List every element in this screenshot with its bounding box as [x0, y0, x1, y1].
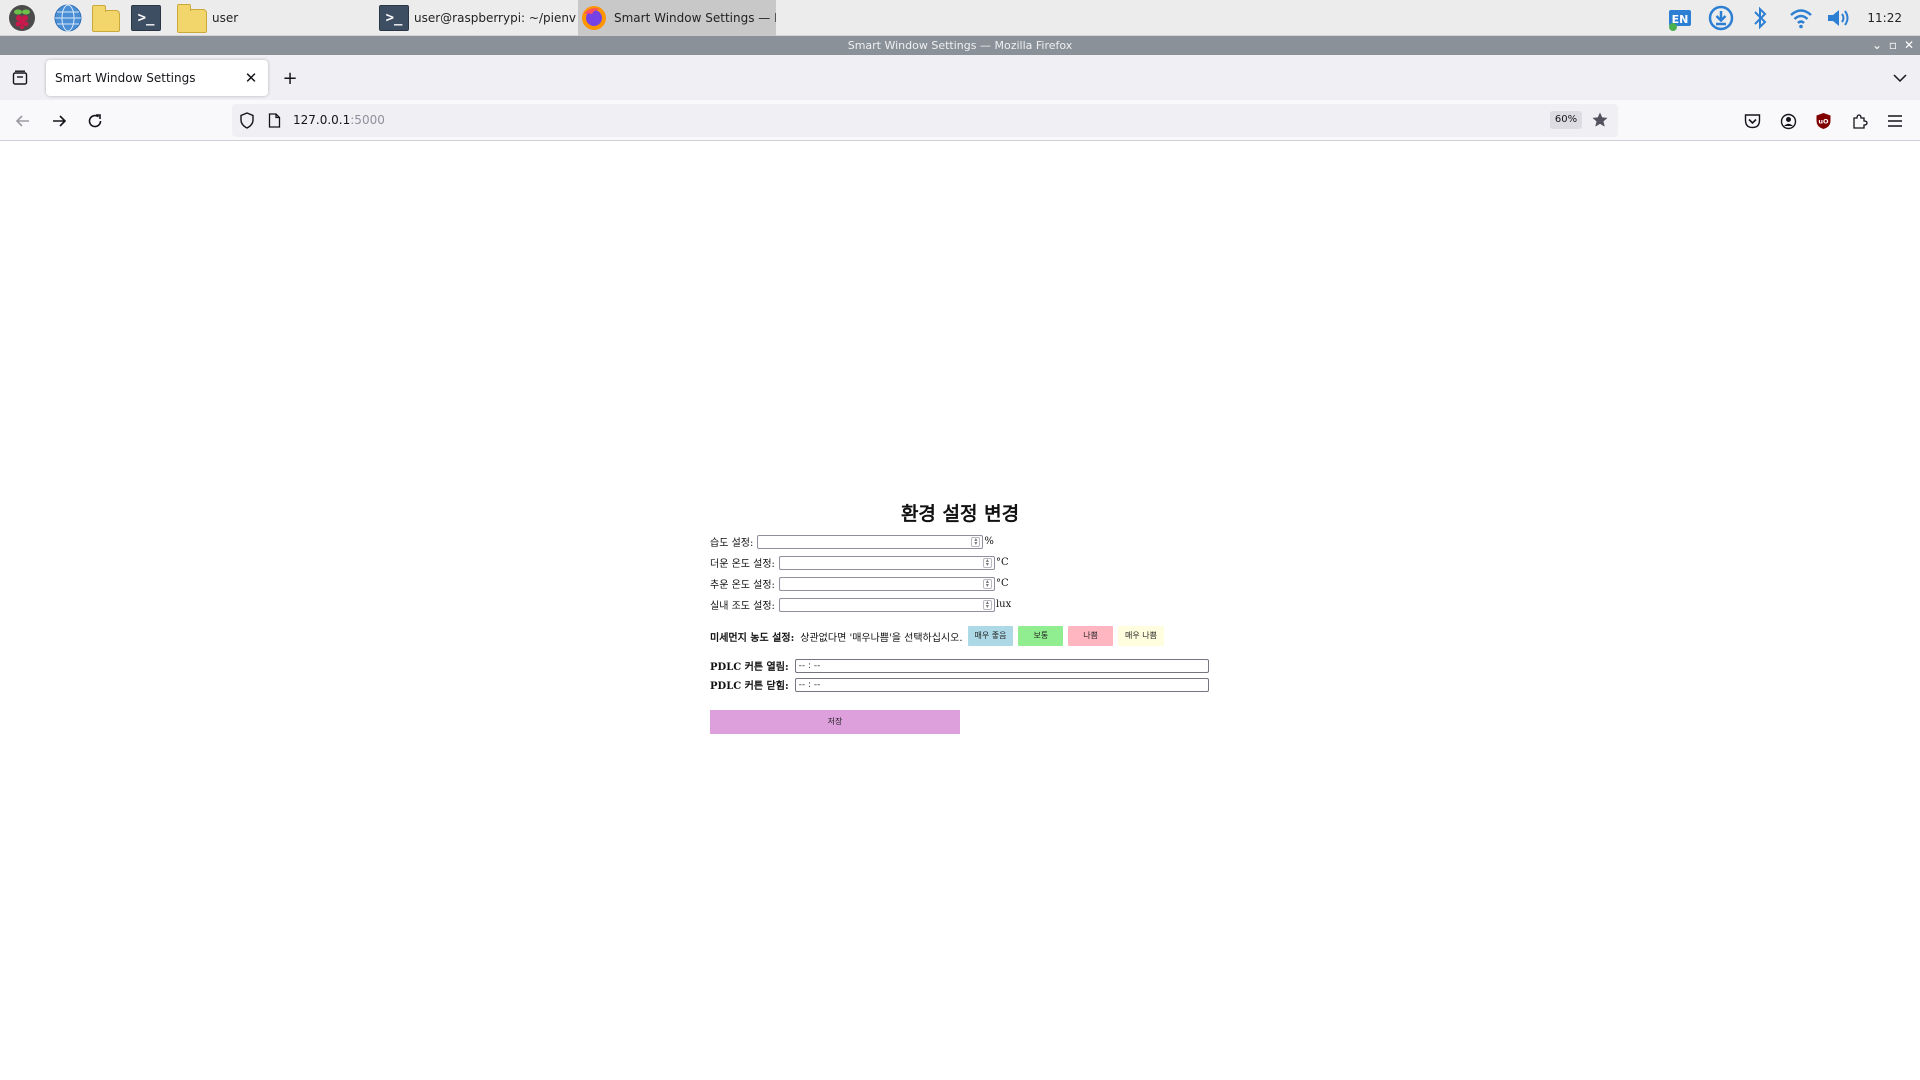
humidity-input[interactable]: ▴ ▾ [757, 534, 984, 549]
tab-overview-icon[interactable] [8, 66, 32, 90]
dust-very-bad-button[interactable]: 매우 나쁨 [1117, 626, 1164, 646]
task-label: Smart Window Settings — Mozill... [614, 11, 776, 25]
hot-temp-label: 더운 온도 설정: [710, 559, 775, 570]
folder-icon[interactable] [90, 2, 122, 34]
raspberry-icon[interactable] [6, 2, 38, 34]
hot-temp-input[interactable]: ▴ ▾ [778, 555, 995, 570]
spinner-icon[interactable]: ▴ ▾ [982, 557, 992, 568]
cold-temp-input[interactable]: ▴ ▾ [778, 576, 995, 591]
pdlc-close-row: PDLC 커튼 닫힘: -- : -- [710, 677, 1209, 692]
folder-icon [176, 2, 208, 34]
volume-icon[interactable] [1824, 2, 1854, 34]
pocket-icon[interactable] [1739, 108, 1765, 134]
task-terminal[interactable]: >_ user@raspberrypi: ~/pienv/myfla... [378, 0, 576, 36]
illuminance-unit: lux [995, 599, 1012, 610]
spinner-icon[interactable]: ▴ ▾ [982, 578, 992, 589]
window-title: Smart Window Settings — Mozilla Firefox [847, 39, 1073, 52]
bluetooth-icon[interactable] [1746, 2, 1774, 34]
humidity-row: 습도 설정: ▴ ▾ % [710, 534, 994, 549]
humidity-label: 습도 설정: [710, 538, 754, 549]
settings-form: 환경 설정 변경 습도 설정: ▴ ▾ % 더운 온도 설정: ▴ ▾ °C 추운 … [710, 499, 1210, 734]
tab-smart-window-settings[interactable]: Smart Window Settings ✕ [46, 60, 268, 96]
pdlc-close-time-input[interactable]: -- : -- [794, 677, 1209, 692]
page-content: 환경 설정 변경 습도 설정: ▴ ▾ % 더운 온도 설정: ▴ ▾ °C 추운 … [0, 141, 1920, 1080]
url-host: 127.0.0.1 [293, 113, 351, 127]
list-tabs-icon[interactable] [1888, 66, 1912, 90]
dust-very-good-button[interactable]: 매우 좋음 [967, 626, 1014, 646]
hot-temp-unit: °C [995, 557, 1009, 568]
account-icon[interactable] [1775, 108, 1801, 134]
dust-bad-button[interactable]: 나쁨 [1068, 626, 1113, 646]
terminal-icon[interactable]: >_ [130, 2, 162, 34]
svg-text:uO: uO [1818, 118, 1829, 126]
dust-hint: 상관없다면 '매우나쁨'을 선택하십시오. [800, 632, 963, 644]
page-icon[interactable] [268, 113, 281, 132]
url-port: :5000 [350, 113, 385, 127]
cold-temp-label: 추운 온도 설정: [710, 580, 775, 591]
cold-temp-row: 추운 온도 설정: ▴ ▾ °C [710, 576, 1009, 591]
tab-title: Smart Window Settings [55, 71, 196, 85]
shield-icon[interactable] [239, 112, 255, 133]
forward-icon[interactable] [46, 108, 72, 134]
window-title-bar: Smart Window Settings — Mozilla Firefox … [0, 36, 1920, 55]
zoom-reset-button[interactable]: 60% [1550, 111, 1582, 129]
desktop-taskbar: >_ user >_ user@raspberrypi: ~/pienv/myf… [0, 0, 1920, 36]
tab-strip: Smart Window Settings ✕ + [0, 55, 1920, 100]
spinner-icon[interactable]: ▴ ▾ [971, 536, 981, 547]
save-button[interactable]: 저장 [710, 710, 960, 734]
spinner-icon[interactable]: ▴ ▾ [982, 599, 992, 610]
illuminance-input[interactable]: ▴ ▾ [778, 597, 995, 612]
address-bar[interactable]: 127.0.0.1:5000 60% [232, 104, 1618, 137]
humidity-unit: % [984, 536, 994, 547]
task-file-manager[interactable]: user [176, 0, 376, 36]
terminal-icon: >_ [378, 2, 410, 34]
wifi-icon[interactable] [1786, 2, 1816, 34]
pdlc-close-label: PDLC 커튼 닫힘: [710, 681, 789, 692]
pdlc-open-time-input[interactable]: -- : -- [794, 658, 1209, 673]
reload-icon[interactable] [82, 108, 108, 134]
hot-temp-row: 더운 온도 설정: ▴ ▾ °C [710, 555, 1009, 570]
bookmark-star-icon[interactable] [1591, 111, 1609, 133]
maximize-icon[interactable]: ▫ [1885, 36, 1901, 55]
dust-normal-button[interactable]: 보통 [1018, 626, 1064, 646]
ublock-icon[interactable]: uO [1810, 108, 1836, 134]
clock[interactable]: 11:22 [1867, 0, 1902, 36]
dust-label: 미세먼지 농도 설정: [710, 632, 795, 644]
close-tab-icon[interactable]: ✕ [242, 69, 260, 87]
back-icon[interactable] [10, 108, 36, 134]
download-icon[interactable] [1706, 2, 1736, 34]
url-text[interactable]: 127.0.0.1:5000 [293, 104, 385, 137]
keyboard-layout-icon[interactable]: EN [1666, 2, 1696, 34]
dust-row: 미세먼지 농도 설정: 상관없다면 '매우나쁨'을 선택하십시오. 매우 좋음 … [710, 626, 1164, 646]
new-tab-icon[interactable]: + [278, 66, 302, 90]
minimize-icon[interactable]: ⌄ [1869, 36, 1885, 55]
cold-temp-unit: °C [995, 578, 1009, 589]
illuminance-row: 실내 조도 설정: ▴ ▾ lux [710, 597, 1011, 612]
task-firefox[interactable]: Smart Window Settings — Mozill... [578, 0, 776, 36]
task-label: user@raspberrypi: ~/pienv/myfla... [414, 11, 576, 25]
pdlc-open-label: PDLC 커튼 열림: [710, 662, 789, 673]
globe-icon[interactable] [52, 2, 84, 34]
illuminance-label: 실내 조도 설정: [710, 601, 775, 612]
firefox-icon [578, 2, 610, 34]
page-title: 환경 설정 변경 [900, 503, 1020, 525]
navigation-toolbar: 127.0.0.1:5000 60% uO [0, 100, 1920, 141]
extensions-icon[interactable] [1846, 108, 1872, 134]
menu-icon[interactable] [1882, 108, 1908, 134]
pdlc-open-row: PDLC 커튼 열림: -- : -- [710, 658, 1209, 673]
task-label: user [212, 11, 239, 25]
close-window-icon[interactable]: ✕ [1901, 36, 1917, 55]
